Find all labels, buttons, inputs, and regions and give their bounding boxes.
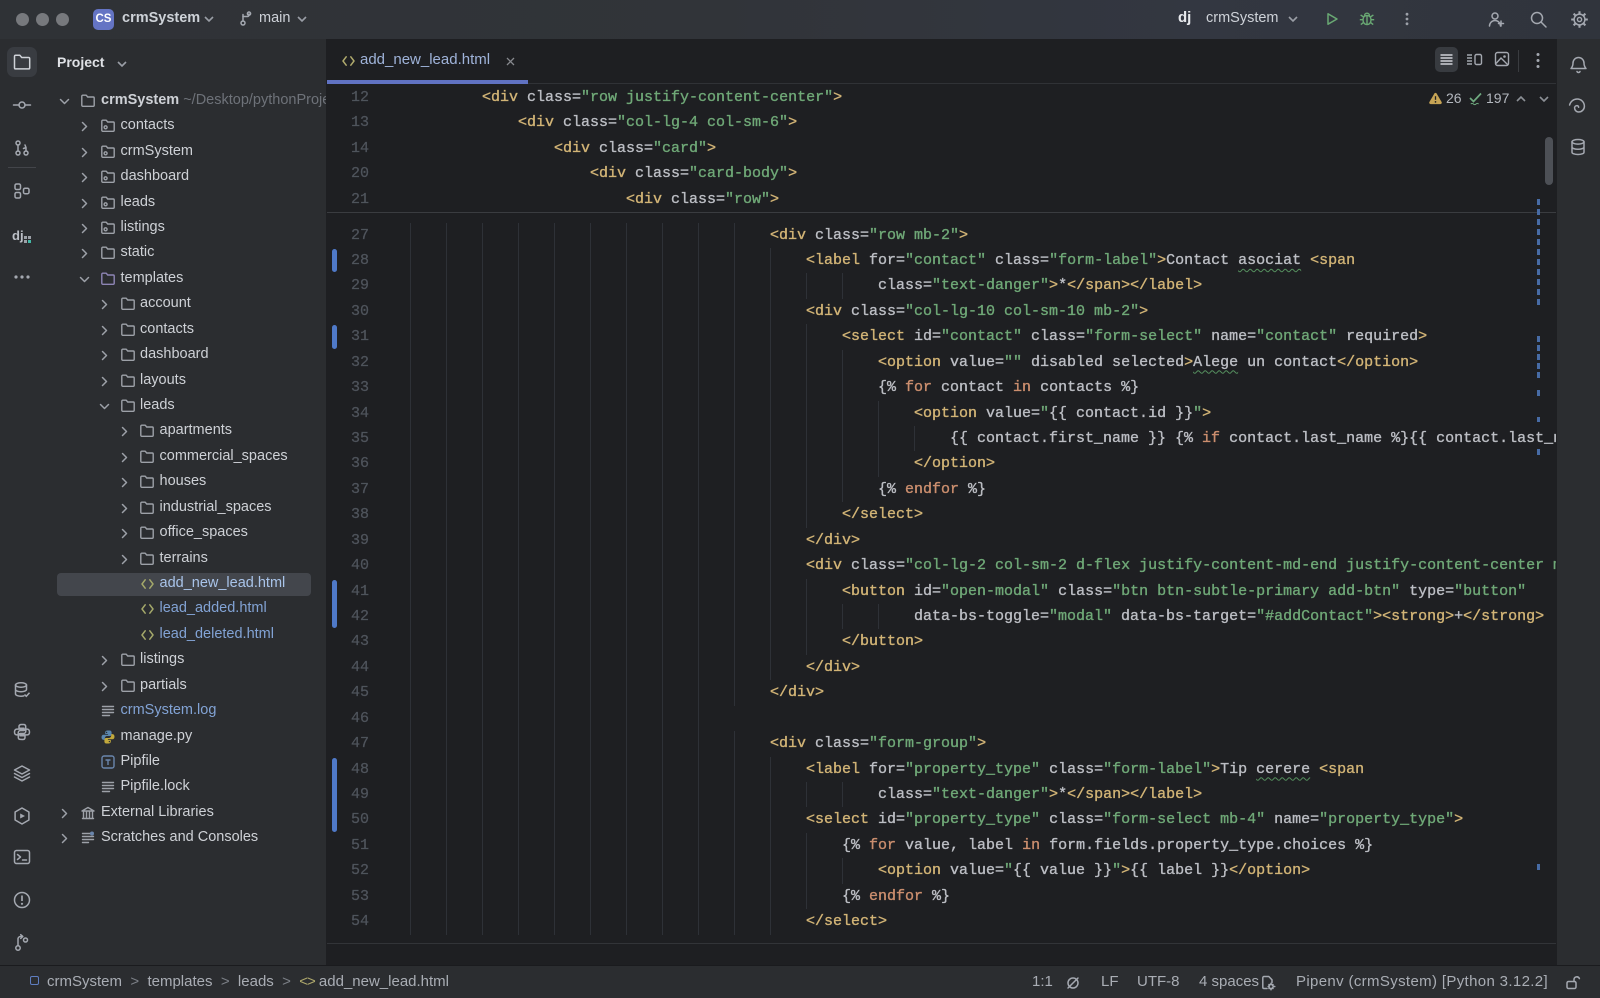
svg-text:dj: dj — [12, 228, 24, 243]
